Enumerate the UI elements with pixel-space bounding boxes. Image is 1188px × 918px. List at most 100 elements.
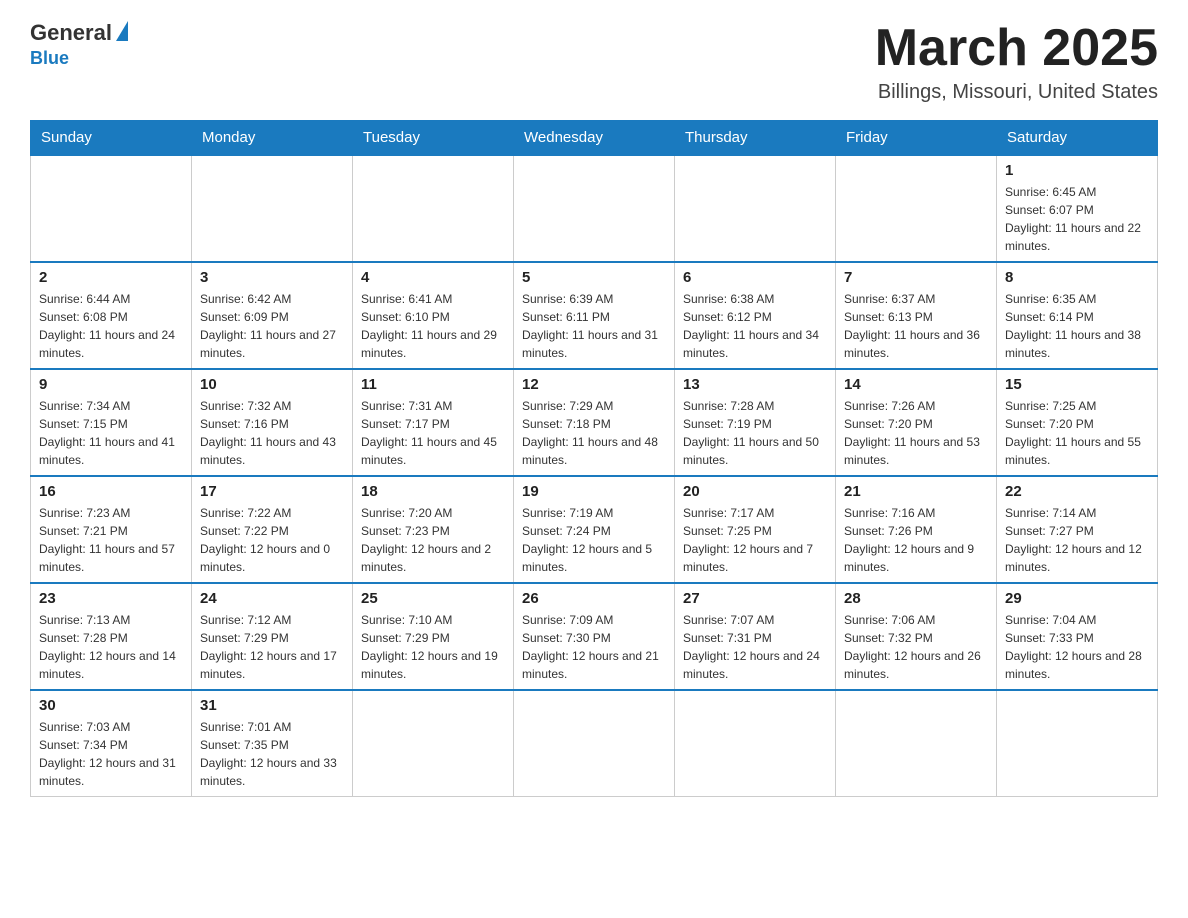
calendar-cell <box>675 690 836 797</box>
day-number: 22 <box>1005 483 1149 500</box>
logo-general-text: General <box>30 20 112 46</box>
calendar-cell: 11Sunrise: 7:31 AMSunset: 7:17 PMDayligh… <box>353 369 514 476</box>
day-number: 9 <box>39 376 183 393</box>
day-info: Sunrise: 7:01 AMSunset: 7:35 PMDaylight:… <box>200 718 344 790</box>
day-number: 24 <box>200 590 344 607</box>
calendar-table: SundayMondayTuesdayWednesdayThursdayFrid… <box>30 120 1158 797</box>
week-row-4: 23Sunrise: 7:13 AMSunset: 7:28 PMDayligh… <box>31 583 1158 690</box>
day-info: Sunrise: 6:44 AMSunset: 6:08 PMDaylight:… <box>39 290 183 362</box>
week-row-5: 30Sunrise: 7:03 AMSunset: 7:34 PMDayligh… <box>31 690 1158 797</box>
logo: General Blue <box>30 20 128 69</box>
logo-triangle-icon <box>116 21 128 41</box>
week-row-0: 1 Sunrise: 6:45 AMSunset: 6:07 PMDaylight… <box>31 155 1158 262</box>
day-number: 16 <box>39 483 183 500</box>
day-info: Sunrise: 7:07 AMSunset: 7:31 PMDaylight:… <box>683 611 827 683</box>
day-number: 12 <box>522 376 666 393</box>
day-info: Sunrise: 6:37 AMSunset: 6:13 PMDaylight:… <box>844 290 988 362</box>
calendar-cell: 21 Sunrise: 7:16 AMSunset: 7:26 PMDayligh… <box>836 476 997 583</box>
day-info: Sunrise: 7:09 AMSunset: 7:30 PMDaylight:… <box>522 611 666 683</box>
calendar-cell: 1 Sunrise: 6:45 AMSunset: 6:07 PMDaylight… <box>997 155 1158 262</box>
day-number: 15 <box>1005 376 1149 393</box>
day-info: Sunrise: 7:20 AMSunset: 7:23 PMDaylight:… <box>361 504 505 576</box>
day-info: Sunrise: 7:06 AMSunset: 7:32 PMDaylight:… <box>844 611 988 683</box>
calendar-cell: 2 Sunrise: 6:44 AMSunset: 6:08 PMDaylight… <box>31 262 192 369</box>
day-number: 28 <box>844 590 988 607</box>
calendar-cell: 7 Sunrise: 6:37 AMSunset: 6:13 PMDaylight… <box>836 262 997 369</box>
calendar-cell: 8 Sunrise: 6:35 AMSunset: 6:14 PMDaylight… <box>997 262 1158 369</box>
day-number: 31 <box>200 697 344 714</box>
day-info: Sunrise: 7:29 AMSunset: 7:18 PMDaylight:… <box>522 397 666 469</box>
day-number: 21 <box>844 483 988 500</box>
day-number: 20 <box>683 483 827 500</box>
weekday-header-row: SundayMondayTuesdayWednesdayThursdayFrid… <box>31 121 1158 156</box>
day-info: Sunrise: 6:35 AMSunset: 6:14 PMDaylight:… <box>1005 290 1149 362</box>
day-info: Sunrise: 7:23 AMSunset: 7:21 PMDaylight:… <box>39 504 183 576</box>
calendar-subtitle: Billings, Missouri, United States <box>875 81 1158 104</box>
day-number: 17 <box>200 483 344 500</box>
day-info: Sunrise: 6:38 AMSunset: 6:12 PMDaylight:… <box>683 290 827 362</box>
calendar-cell <box>836 690 997 797</box>
calendar-cell <box>514 155 675 262</box>
weekday-header-friday: Friday <box>836 121 997 156</box>
calendar-cell: 29 Sunrise: 7:04 AMSunset: 7:33 PMDayligh… <box>997 583 1158 690</box>
weekday-header-monday: Monday <box>192 121 353 156</box>
day-info: Sunrise: 7:12 AMSunset: 7:29 PMDaylight:… <box>200 611 344 683</box>
day-number: 29 <box>1005 590 1149 607</box>
day-number: 1 <box>1005 162 1149 179</box>
day-info: Sunrise: 6:41 AMSunset: 6:10 PMDaylight:… <box>361 290 505 362</box>
day-info: Sunrise: 7:04 AMSunset: 7:33 PMDaylight:… <box>1005 611 1149 683</box>
calendar-cell: 13Sunrise: 7:28 AMSunset: 7:19 PMDayligh… <box>675 369 836 476</box>
calendar-cell: 30Sunrise: 7:03 AMSunset: 7:34 PMDayligh… <box>31 690 192 797</box>
calendar-cell: 20 Sunrise: 7:17 AMSunset: 7:25 PMDayligh… <box>675 476 836 583</box>
calendar-cell: 3Sunrise: 6:42 AMSunset: 6:09 PMDaylight… <box>192 262 353 369</box>
day-number: 5 <box>522 269 666 286</box>
calendar-cell: 27 Sunrise: 7:07 AMSunset: 7:31 PMDayligh… <box>675 583 836 690</box>
week-row-2: 9 Sunrise: 7:34 AMSunset: 7:15 PMDaylight… <box>31 369 1158 476</box>
weekday-header-tuesday: Tuesday <box>353 121 514 156</box>
calendar-title: March 2025 <box>875 20 1158 77</box>
header: General Blue March 2025 Billings, Missou… <box>30 20 1158 104</box>
calendar-cell: 26Sunrise: 7:09 AMSunset: 7:30 PMDayligh… <box>514 583 675 690</box>
day-number: 18 <box>361 483 505 500</box>
calendar-cell: 5Sunrise: 6:39 AMSunset: 6:11 PMDaylight… <box>514 262 675 369</box>
calendar-cell: 22Sunrise: 7:14 AMSunset: 7:27 PMDayligh… <box>997 476 1158 583</box>
calendar-cell: 25 Sunrise: 7:10 AMSunset: 7:29 PMDayligh… <box>353 583 514 690</box>
title-area: March 2025 Billings, Missouri, United St… <box>875 20 1158 104</box>
day-info: Sunrise: 7:16 AMSunset: 7:26 PMDaylight:… <box>844 504 988 576</box>
day-number: 27 <box>683 590 827 607</box>
calendar-cell: 6Sunrise: 6:38 AMSunset: 6:12 PMDaylight… <box>675 262 836 369</box>
calendar-cell: 12 Sunrise: 7:29 AMSunset: 7:18 PMDayligh… <box>514 369 675 476</box>
calendar-cell <box>997 690 1158 797</box>
day-number: 10 <box>200 376 344 393</box>
day-number: 2 <box>39 269 183 286</box>
day-info: Sunrise: 6:45 AMSunset: 6:07 PMDaylight:… <box>1005 183 1149 255</box>
day-number: 8 <box>1005 269 1149 286</box>
calendar-cell: 18 Sunrise: 7:20 AMSunset: 7:23 PMDayligh… <box>353 476 514 583</box>
weekday-header-sunday: Sunday <box>31 121 192 156</box>
day-info: Sunrise: 7:34 AMSunset: 7:15 PMDaylight:… <box>39 397 183 469</box>
day-info: Sunrise: 7:25 AMSunset: 7:20 PMDaylight:… <box>1005 397 1149 469</box>
calendar-cell <box>836 155 997 262</box>
day-number: 25 <box>361 590 505 607</box>
calendar-cell: 10Sunrise: 7:32 AMSunset: 7:16 PMDayligh… <box>192 369 353 476</box>
day-number: 14 <box>844 376 988 393</box>
calendar-cell: 24 Sunrise: 7:12 AMSunset: 7:29 PMDayligh… <box>192 583 353 690</box>
day-info: Sunrise: 7:17 AMSunset: 7:25 PMDaylight:… <box>683 504 827 576</box>
day-info: Sunrise: 7:10 AMSunset: 7:29 PMDaylight:… <box>361 611 505 683</box>
calendar-cell: 15 Sunrise: 7:25 AMSunset: 7:20 PMDayligh… <box>997 369 1158 476</box>
day-number: 7 <box>844 269 988 286</box>
calendar-cell: 19Sunrise: 7:19 AMSunset: 7:24 PMDayligh… <box>514 476 675 583</box>
day-number: 23 <box>39 590 183 607</box>
day-info: Sunrise: 7:22 AMSunset: 7:22 PMDaylight:… <box>200 504 344 576</box>
weekday-header-saturday: Saturday <box>997 121 1158 156</box>
calendar-cell: 17 Sunrise: 7:22 AMSunset: 7:22 PMDayligh… <box>192 476 353 583</box>
day-number: 3 <box>200 269 344 286</box>
calendar-cell: 28 Sunrise: 7:06 AMSunset: 7:32 PMDayligh… <box>836 583 997 690</box>
day-info: Sunrise: 7:03 AMSunset: 7:34 PMDaylight:… <box>39 718 183 790</box>
calendar-cell: 14Sunrise: 7:26 AMSunset: 7:20 PMDayligh… <box>836 369 997 476</box>
calendar-cell <box>192 155 353 262</box>
day-number: 4 <box>361 269 505 286</box>
weekday-header-thursday: Thursday <box>675 121 836 156</box>
day-number: 11 <box>361 376 505 393</box>
calendar-cell <box>353 155 514 262</box>
